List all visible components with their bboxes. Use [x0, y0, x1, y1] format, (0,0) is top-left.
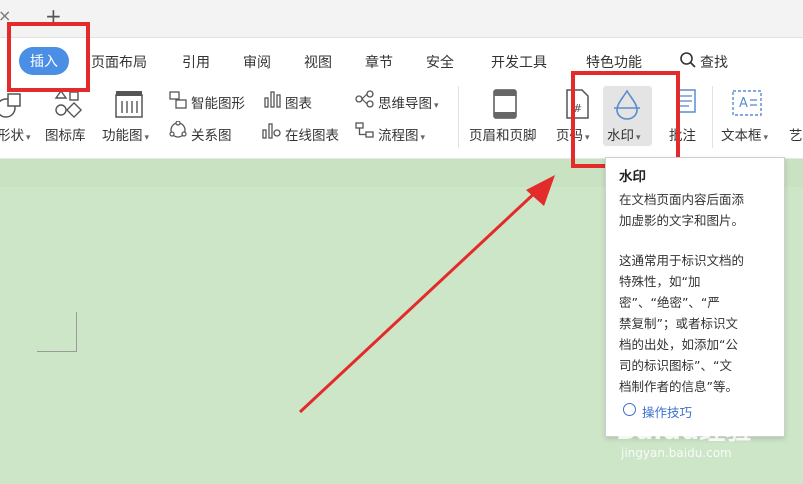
tooltip-line: 密”、“绝密”、“严	[619, 295, 720, 310]
tooltip-line: 档制作者的信息”等。	[619, 379, 738, 394]
tooltip-line: 档的出处，如添加“公	[619, 337, 738, 352]
tooltip-line: 司的标识图标”、“文	[619, 358, 732, 373]
tooltip-line: 在文档页面内容后面添	[619, 192, 745, 207]
tooltip-line: 禁复制”；或者标识文	[619, 316, 738, 331]
baidu-watermark-url: jingyan.baidu.com	[621, 446, 732, 460]
baidu-watermark: Baidu经验	[616, 416, 752, 446]
tooltip-summary: 在文档页面内容后面添 加虚影的文字和图片。	[619, 189, 779, 231]
tooltip-line: 这通常用于标识文档的	[619, 253, 745, 268]
tooltip-details: 这通常用于标识文档的 特殊性，如“加 密”、“绝密”、“严 禁复制”；或者标识文…	[619, 250, 779, 397]
tooltip-title: 水印	[619, 169, 646, 185]
tooltip-line: 特殊性，如“加	[619, 274, 701, 289]
watermark-tooltip: 水印 在文档页面内容后面添 加虚影的文字和图片。 这通常用于标识文档的 特殊性，…	[605, 157, 785, 437]
tooltip-line: 加虚影的文字和图片。	[619, 213, 745, 228]
